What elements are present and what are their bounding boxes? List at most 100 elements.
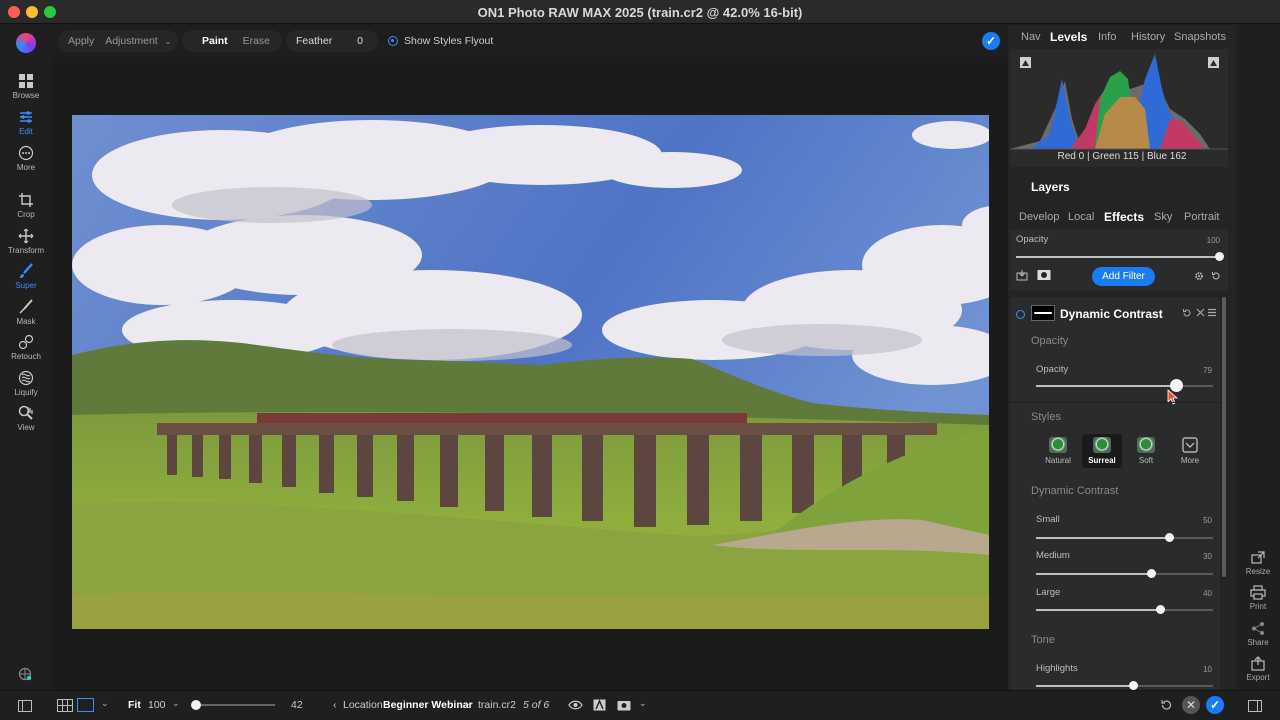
- tool-view[interactable]: View: [0, 405, 52, 432]
- tool-label: View: [17, 423, 35, 432]
- checkbox-icon: [1182, 437, 1198, 453]
- small-slider-knob[interactable]: [1164, 533, 1174, 542]
- crop-icon: [19, 193, 33, 207]
- done-check-button[interactable]: ✓: [982, 32, 1000, 50]
- medium-slider-knob[interactable]: [1146, 569, 1156, 578]
- feather-group: Feather 0 ⌄: [286, 30, 378, 68]
- tab-nav[interactable]: Nav: [1021, 31, 1041, 43]
- feather-value[interactable]: 0: [357, 30, 363, 52]
- location-folder[interactable]: Beginner Webinar: [383, 699, 473, 711]
- styles-section-title: Styles: [1031, 411, 1061, 423]
- tab-develop[interactable]: Develop: [1019, 211, 1059, 223]
- title-bar: ON1 Photo RAW MAX 2025 (train.cr2 @ 42.0…: [0, 0, 1280, 24]
- tab-portrait[interactable]: Portrait: [1184, 211, 1219, 223]
- cancel-button[interactable]: ✕: [1182, 696, 1200, 714]
- chevron-down-icon[interactable]: ⌄: [101, 698, 109, 709]
- tab-levels[interactable]: Levels: [1050, 30, 1087, 44]
- adjustment-dropdown[interactable]: Adjustment: [105, 30, 158, 52]
- style-natural[interactable]: Natural: [1038, 434, 1078, 468]
- add-filter-button[interactable]: Add Filter: [1092, 267, 1155, 286]
- panel-scrollbar[interactable]: [1222, 297, 1226, 577]
- add-layer-icon[interactable]: [1016, 269, 1028, 281]
- tab-local[interactable]: Local: [1068, 211, 1094, 223]
- zoom-value[interactable]: 100: [148, 699, 166, 711]
- filter-visibility-toggle[interactable]: [1016, 310, 1025, 319]
- tool-label: Retouch: [11, 352, 41, 361]
- tool-transform[interactable]: Transform: [0, 228, 52, 255]
- highlights-slider-fill: [1036, 685, 1133, 687]
- print-button[interactable]: Print: [1236, 585, 1280, 611]
- undo-icon[interactable]: [1160, 699, 1172, 711]
- filter-mask-thumbnail[interactable]: [1031, 305, 1055, 321]
- tool-super[interactable]: Super: [0, 263, 52, 290]
- export-sidebar: Resize Print Share Export: [1236, 25, 1280, 690]
- style-thumbnail-icon: [1049, 437, 1067, 453]
- detail-view-button[interactable]: [77, 698, 94, 712]
- apply-check-button[interactable]: ✓: [1206, 696, 1224, 714]
- dynamic-contrast-section-title: Dynamic Contrast: [1031, 485, 1119, 497]
- brush-icon: [20, 263, 33, 278]
- chevron-down-icon[interactable]: ⌄: [639, 698, 647, 709]
- tab-history[interactable]: History: [1131, 31, 1165, 43]
- tool-edit[interactable]: Edit: [0, 109, 52, 136]
- large-slider-knob[interactable]: [1155, 605, 1165, 614]
- toggle-left-panel-icon[interactable]: [18, 700, 32, 712]
- export-button[interactable]: Export: [1236, 656, 1280, 682]
- reset-icon[interactable]: [1211, 271, 1221, 281]
- style-more[interactable]: More: [1170, 434, 1210, 468]
- tool-browse[interactable]: Browse: [0, 73, 52, 100]
- photo-preview[interactable]: [72, 115, 989, 629]
- printer-icon: [1250, 585, 1266, 600]
- filter-opacity-fill: [1036, 385, 1176, 387]
- tab-snapshots[interactable]: Snapshots: [1174, 31, 1226, 43]
- style-soft[interactable]: Soft: [1126, 434, 1166, 468]
- highlights-slider-knob[interactable]: [1128, 681, 1138, 690]
- tool-label: More: [16, 163, 36, 172]
- style-thumbnail-icon: [1093, 437, 1111, 453]
- small-label: Small: [1036, 514, 1060, 525]
- tool-label: Mask: [16, 317, 36, 326]
- show-styles-label[interactable]: Show Styles Flyout: [404, 35, 493, 47]
- share-button[interactable]: Share: [1236, 621, 1280, 647]
- hand-icon: [18, 405, 33, 420]
- toggle-right-panel-icon[interactable]: [1248, 700, 1262, 712]
- paint-button[interactable]: Paint: [202, 35, 228, 47]
- chevron-down-icon[interactable]: ⌄: [172, 698, 180, 709]
- mask-layer-icon[interactable]: [1037, 269, 1051, 281]
- chevron-down-icon: ⌄: [164, 37, 172, 46]
- tool-more[interactable]: More: [0, 145, 52, 172]
- export-icon: [1251, 656, 1265, 671]
- cloud-sync-icon[interactable]: [17, 666, 33, 682]
- thumb-size-slider[interactable]: [195, 704, 275, 706]
- show-styles-radio[interactable]: [388, 36, 398, 46]
- image-canvas[interactable]: [52, 57, 1008, 690]
- camera-icon[interactable]: [617, 699, 631, 711]
- layer-opacity-knob[interactable]: [1214, 252, 1224, 261]
- menu-icon[interactable]: [1207, 308, 1217, 317]
- fit-button[interactable]: Fit: [128, 699, 141, 711]
- sliders-icon: [20, 111, 32, 123]
- tab-effects[interactable]: Effects: [1104, 210, 1144, 224]
- resize-button[interactable]: Resize: [1236, 550, 1280, 576]
- tool-retouch[interactable]: Retouch: [0, 334, 52, 361]
- compare-icon[interactable]: [593, 699, 606, 711]
- grid-view-icon[interactable]: [57, 699, 73, 712]
- chevron-down-icon[interactable]: ⌄: [466, 698, 474, 709]
- close-icon[interactable]: [1196, 308, 1205, 317]
- filter-reset-icon[interactable]: [1182, 308, 1192, 318]
- levels-histogram[interactable]: [1010, 49, 1228, 167]
- tool-liquify[interactable]: Liquify: [0, 370, 52, 397]
- tool-mask[interactable]: Mask: [0, 299, 52, 326]
- tone-section-title: Tone: [1031, 634, 1055, 646]
- opacity-section-title: Opacity: [1031, 335, 1069, 347]
- style-surreal[interactable]: Surreal: [1082, 434, 1122, 468]
- erase-button[interactable]: Erase: [243, 30, 270, 52]
- tool-crop[interactable]: Crop: [0, 192, 52, 219]
- thumb-size-knob[interactable]: [191, 700, 201, 710]
- eye-icon[interactable]: [568, 699, 583, 711]
- layer-opacity-label: Opacity: [1016, 234, 1049, 245]
- gear-icon[interactable]: [1194, 271, 1204, 281]
- back-chevron-icon[interactable]: ‹: [333, 699, 337, 711]
- tab-info[interactable]: Info: [1098, 31, 1116, 43]
- tab-sky[interactable]: Sky: [1154, 211, 1172, 223]
